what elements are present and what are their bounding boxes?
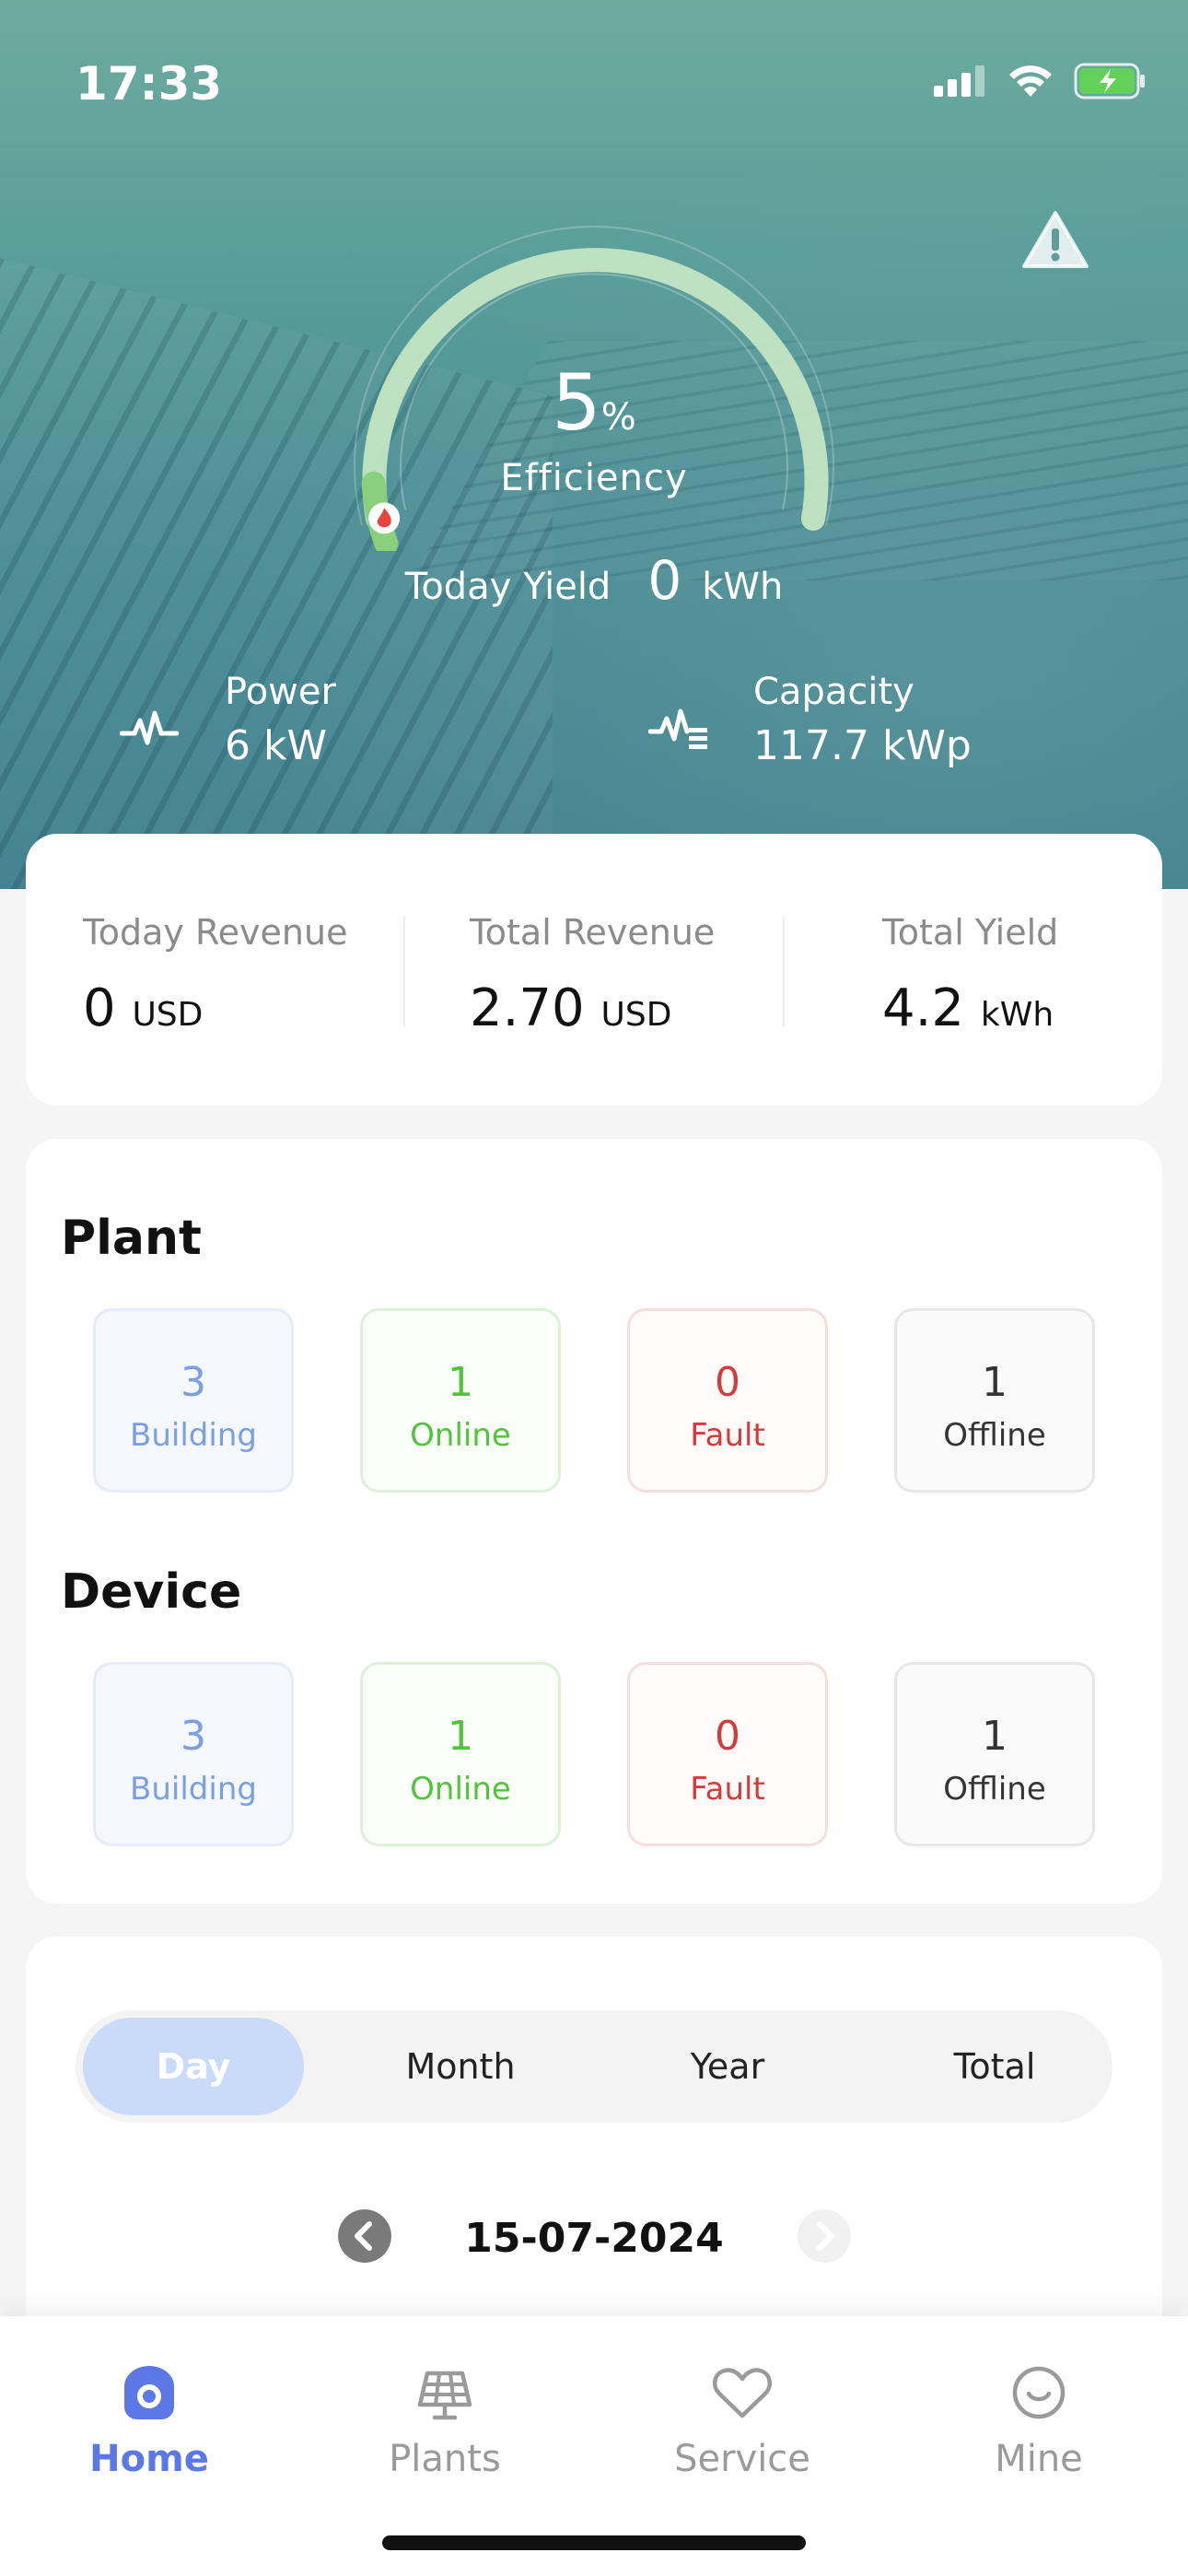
total-yield-value: 4.2 kWh [882, 978, 1054, 1038]
plant-title: Plant [61, 1211, 202, 1266]
power-pulse-icon [120, 710, 179, 745]
tile-label: Building [130, 1771, 257, 1808]
device-title: Device [61, 1564, 242, 1620]
total-revenue-label: Total Revenue [470, 912, 716, 953]
tile-count: 0 [715, 1713, 740, 1760]
tile-label: Offline [943, 1771, 1046, 1808]
capacity-pulse-icon [648, 708, 707, 749]
tile-count: 3 [181, 1713, 206, 1760]
tab-label: Mine [995, 2438, 1083, 2480]
battery-charging-icon [1074, 63, 1145, 100]
tab-plants[interactable]: Plants [334, 2359, 555, 2480]
plant-fault-tile[interactable]: 0 Fault [627, 1308, 828, 1493]
period-segmented-control: Day Month Year Total [76, 2010, 1112, 2123]
status-time: 17:33 [76, 57, 223, 111]
next-date-button[interactable] [798, 2209, 851, 2263]
device-offline-tile[interactable]: 1 Offline [894, 1662, 1095, 1846]
signal-icon [934, 65, 984, 97]
tile-count: 1 [448, 1359, 473, 1406]
tab-label: Home [89, 2438, 209, 2480]
device-building-tile[interactable]: 3 Building [93, 1662, 294, 1846]
today-yield-value: 0 [647, 549, 682, 612]
revenue-card: Today Revenue 0 USD Total Revenue 2.70 U… [26, 834, 1162, 1106]
tile-label: Online [410, 1771, 511, 1808]
hero-banner: 17:33 5% Efficiency Today Yield 0 kWh Po… [0, 0, 1188, 889]
tile-label: Offline [943, 1417, 1046, 1454]
smile-icon [1012, 2366, 1066, 2419]
total-revenue: Total Revenue 2.70 USD [470, 912, 715, 1038]
total-yield: Total Yield 4.2 kWh [882, 912, 1058, 1038]
capacity-stat: Capacity 117.7 kWp [753, 671, 972, 769]
tab-day[interactable]: Day [83, 2018, 304, 2115]
efficiency-label: Efficiency [500, 457, 688, 499]
tile-count: 1 [982, 1359, 1007, 1406]
total-revenue-value: 2.70 USD [470, 978, 672, 1038]
total-yield-label: Total Yield [882, 912, 1059, 953]
tab-year[interactable]: Year [617, 2018, 838, 2115]
today-revenue: Today Revenue 0 USD [83, 912, 347, 1038]
tab-total[interactable]: Total [884, 2018, 1105, 2115]
tile-count: 1 [448, 1713, 473, 1760]
tab-month[interactable]: Month [350, 2018, 571, 2115]
tile-count: 3 [181, 1359, 206, 1406]
tab-label: Plants [389, 2438, 501, 2480]
home-indicator[interactable] [382, 2535, 806, 2550]
tile-label: Building [130, 1417, 257, 1454]
plant-building-tile[interactable]: 3 Building [93, 1308, 294, 1493]
capacity-label: Capacity [753, 671, 914, 713]
solar-panel-icon [417, 2371, 472, 2420]
plant-online-tile[interactable]: 1 Online [360, 1308, 561, 1493]
status-card: Plant 3 Building 1 Online 0 Fault 1 Offl… [26, 1139, 1162, 1903]
tab-mine[interactable]: Mine [928, 2359, 1149, 2480]
tile-label: Fault [690, 1771, 765, 1808]
plant-offline-tile[interactable]: 1 Offline [894, 1308, 1095, 1493]
power-value: 6 kW [225, 722, 327, 769]
home-icon [124, 2366, 174, 2419]
power-label: Power [225, 671, 336, 713]
tab-home[interactable]: Home [39, 2359, 260, 2480]
device-online-tile[interactable]: 1 Online [360, 1662, 561, 1846]
period-card: Day Month Year Total 15-07-2024 [26, 1937, 1162, 2351]
divider [403, 917, 405, 1027]
efficiency-value: 5% [552, 357, 636, 448]
divider [783, 917, 785, 1027]
tile-count: 0 [715, 1359, 740, 1406]
tab-service[interactable]: Service [632, 2359, 853, 2480]
today-revenue-value: 0 USD [83, 978, 204, 1038]
capacity-value: 117.7 kWp [753, 722, 972, 769]
today-yield: Today Yield 0 kWh [0, 549, 1188, 612]
wifi-icon [1009, 65, 1052, 97]
status-icons [934, 63, 1147, 100]
today-yield-unit: kWh [702, 566, 784, 608]
flame-icon [368, 502, 401, 534]
tile-label: Fault [690, 1417, 765, 1454]
today-revenue-label: Today Revenue [83, 912, 348, 953]
tab-label: Service [674, 2438, 810, 2480]
tile-count: 1 [982, 1713, 1007, 1760]
selected-date: 15-07-2024 [464, 2215, 724, 2262]
device-fault-tile[interactable]: 0 Fault [627, 1662, 828, 1846]
today-yield-label: Today Yield [404, 566, 611, 608]
heart-icon [712, 2368, 773, 2418]
tile-label: Online [410, 1417, 511, 1454]
warning-icon[interactable] [1022, 210, 1089, 269]
power-stat: Power 6 kW [225, 671, 336, 769]
